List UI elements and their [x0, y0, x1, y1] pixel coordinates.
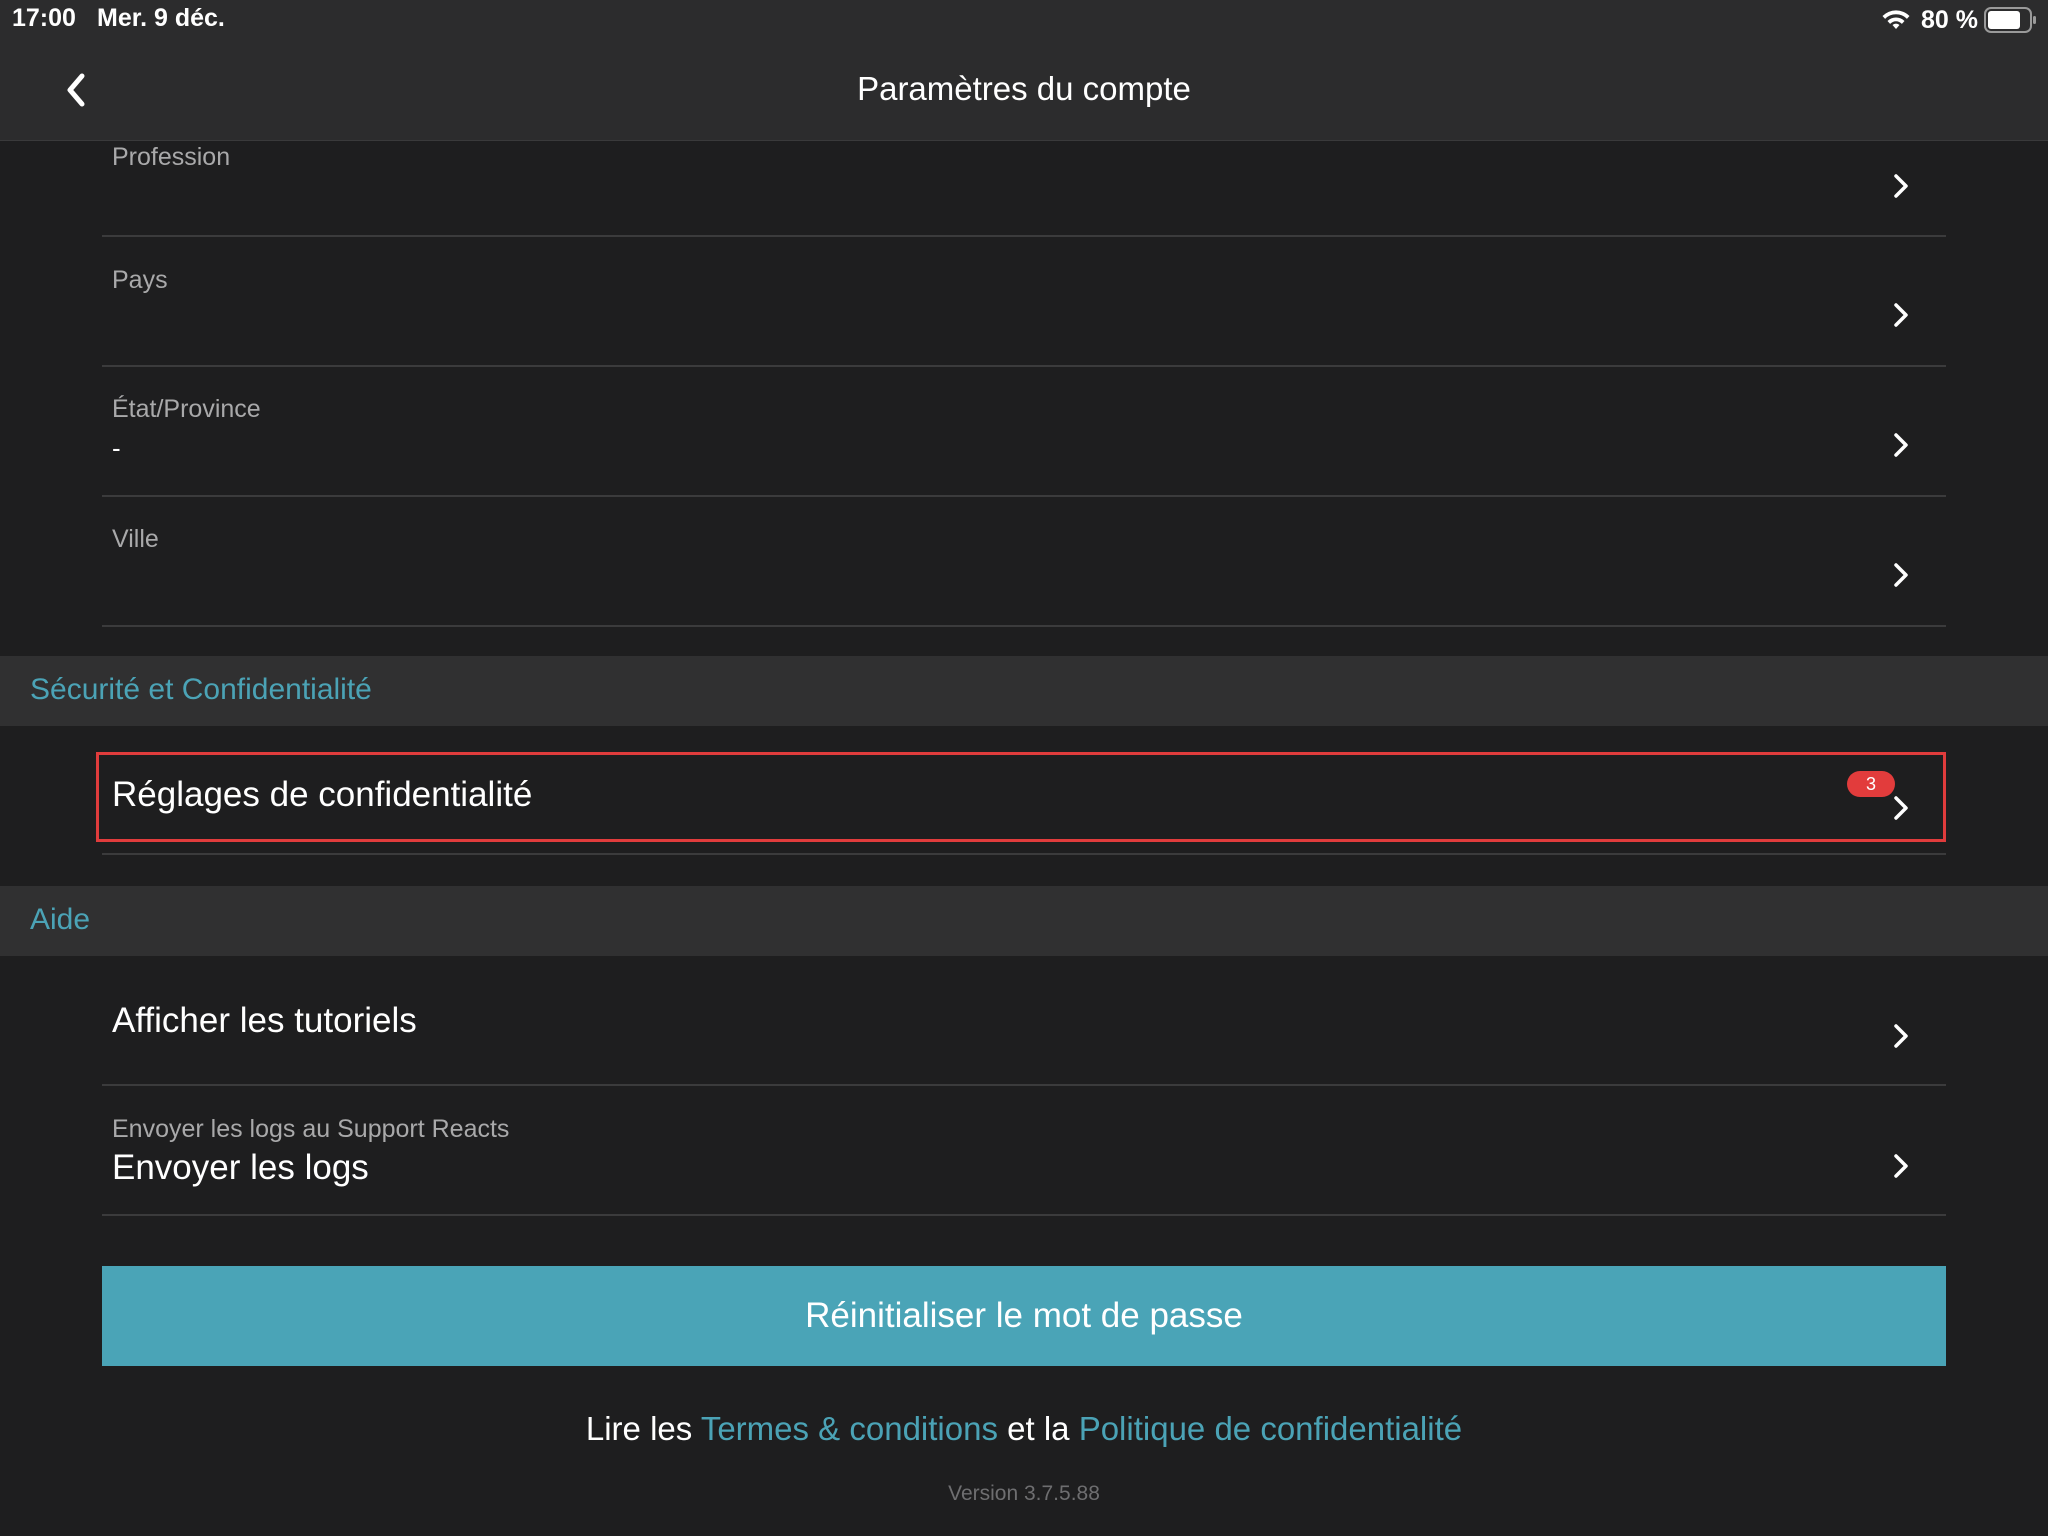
field-row-city[interactable]: Ville [102, 497, 1946, 627]
battery-icon [1984, 7, 2036, 33]
privacy-policy-link[interactable]: Politique de confidentialité [1079, 1410, 1462, 1447]
tutorials-label: Afficher les tutoriels [112, 1001, 417, 1040]
chevron-right-icon [1894, 1024, 1908, 1048]
send-logs-label: Envoyer les logs [112, 1148, 369, 1187]
chevron-right-icon [1894, 563, 1908, 587]
field-label: Pays [112, 266, 168, 294]
field-row-profession[interactable]: Profession [102, 141, 1946, 237]
status-time: 17:00 [12, 4, 76, 32]
page-title: Paramètres du compte [857, 70, 1191, 107]
section-title: Sécurité et Confidentialité [30, 673, 372, 706]
section-title: Aide [30, 903, 91, 936]
divider [102, 853, 1946, 855]
chevron-right-icon [1894, 174, 1908, 198]
status-date: Mer. 9 déc. [97, 4, 225, 32]
terms-link[interactable]: Termes & conditions [701, 1410, 998, 1447]
status-bar: 17:00 Mer. 9 déc. 80 % [0, 0, 2048, 40]
section-header-security: Sécurité et Confidentialité [0, 656, 2048, 726]
tutorials-row[interactable]: Afficher les tutoriels [102, 956, 1946, 1086]
chevron-right-icon [1894, 796, 1908, 820]
field-label: Profession [112, 143, 231, 171]
section-header-help: Aide [0, 886, 2048, 956]
field-value: - [112, 433, 121, 463]
field-row-state[interactable]: État/Province - [102, 367, 1946, 497]
chevron-right-icon [1894, 303, 1908, 327]
reset-password-button[interactable]: Réinitialiser le mot de passe [102, 1266, 1946, 1366]
legal-text: Lire les Termes & conditions et la Polit… [0, 1410, 2048, 1448]
version-label: Version 3.7.5.88 [948, 1482, 1100, 1505]
legal-prefix: Lire les [585, 1410, 701, 1447]
wifi-icon [1882, 10, 1910, 29]
battery-percentage: 80 % [1921, 5, 1978, 34]
legal-middle: et la [997, 1410, 1079, 1447]
field-label: Ville [112, 525, 159, 553]
privacy-settings-label: Réglages de confidentialité [112, 775, 533, 814]
chevron-right-icon [1894, 433, 1908, 457]
send-logs-row[interactable]: Envoyer les logs au Support Reacts Envoy… [102, 1086, 1946, 1216]
navigation-bar: Paramètres du compte [0, 40, 2048, 141]
privacy-settings-row[interactable]: Réglages de confidentialité 3 [96, 752, 1946, 842]
send-logs-sublabel: Envoyer les logs au Support Reacts [112, 1115, 510, 1143]
status-indicators: 80 % [1881, 4, 2038, 36]
chevron-right-icon [1894, 1154, 1908, 1178]
field-row-country[interactable]: Pays [102, 237, 1946, 367]
field-label: État/Province [112, 395, 261, 423]
